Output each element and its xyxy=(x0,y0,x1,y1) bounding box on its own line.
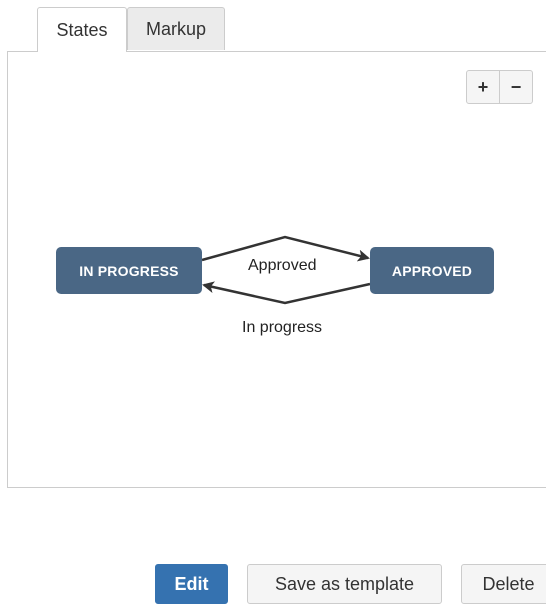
transition-label-in-progress: In progress xyxy=(242,319,323,336)
transition-label-approved: Approved xyxy=(248,257,317,274)
transition-arrow-in-progress[interactable] xyxy=(202,281,371,305)
state-approved[interactable]: APPROVED xyxy=(370,247,494,294)
delete-button[interactable]: Delete xyxy=(461,564,546,604)
edit-button[interactable]: Edit xyxy=(155,564,228,604)
state-in-progress[interactable]: IN PROGRESS xyxy=(56,247,202,294)
save-as-template-button[interactable]: Save as template xyxy=(247,564,442,604)
tab-states[interactable]: States xyxy=(37,7,127,52)
